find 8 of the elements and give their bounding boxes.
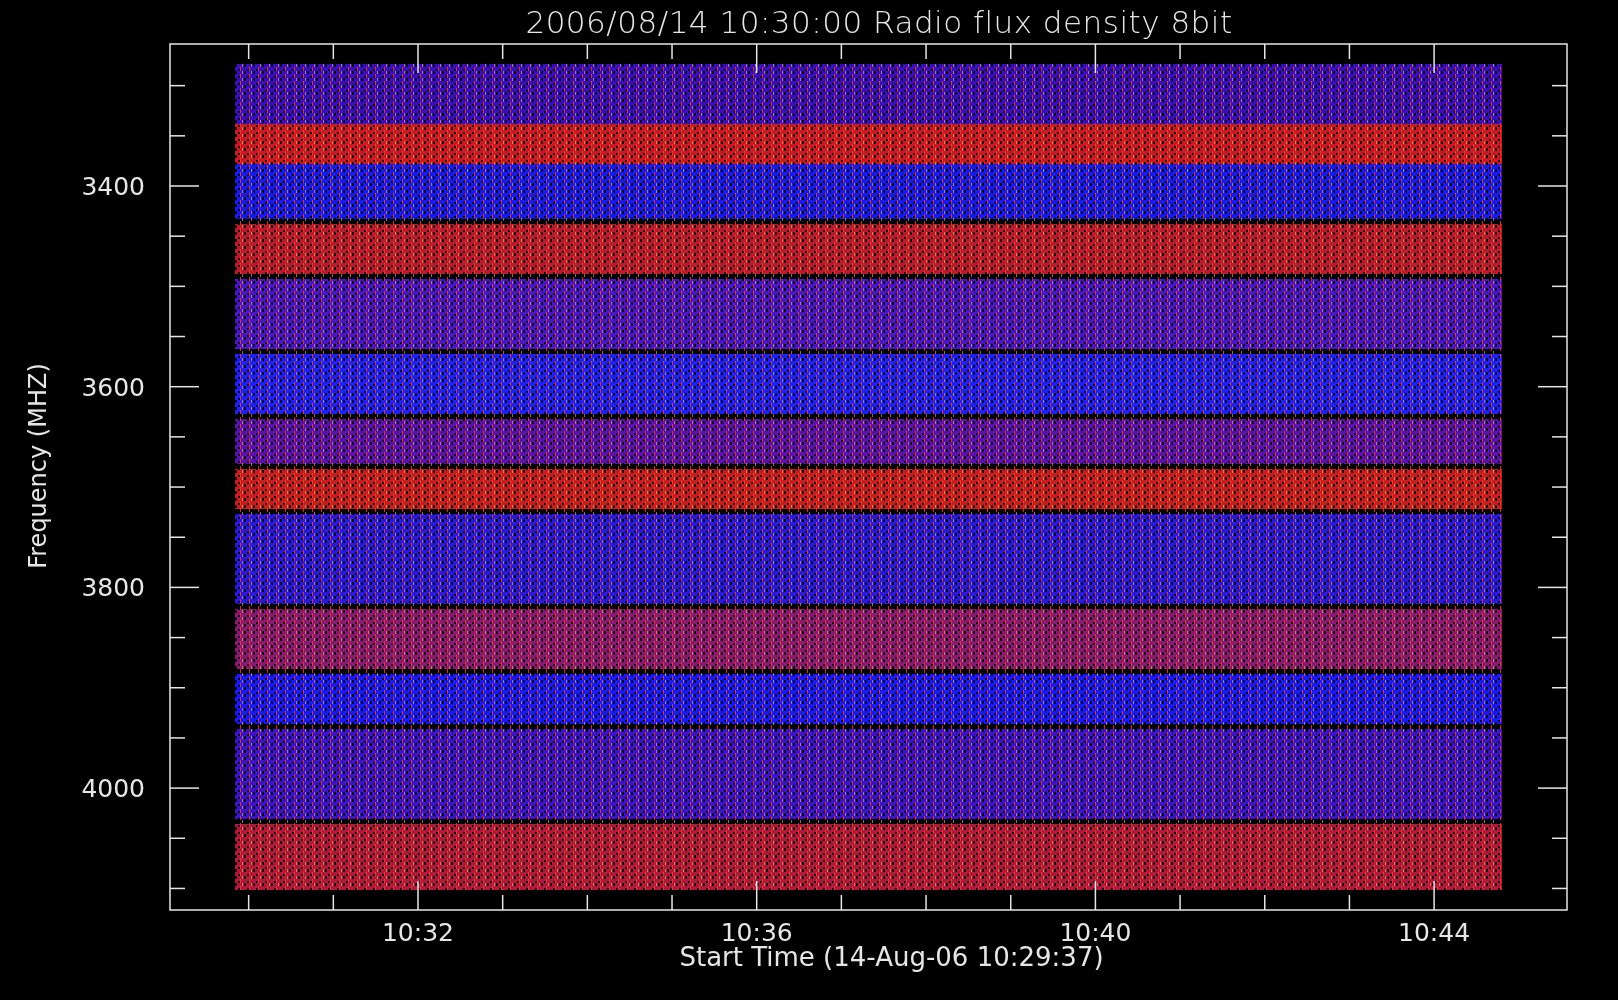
tick-label: 4000: [81, 774, 145, 804]
tick-label: 10:32: [382, 918, 454, 947]
y-axis-label: Frequency (MHZ): [23, 362, 52, 569]
chart-title: 2006/08/14 10:30:00 Radio flux density 8bit: [524, 2, 1234, 42]
tick-label: 10:44: [1398, 918, 1471, 947]
tick-label: 3800: [81, 573, 145, 603]
tick-label: 3400: [81, 172, 145, 201]
tick-label: 3600: [81, 372, 145, 402]
